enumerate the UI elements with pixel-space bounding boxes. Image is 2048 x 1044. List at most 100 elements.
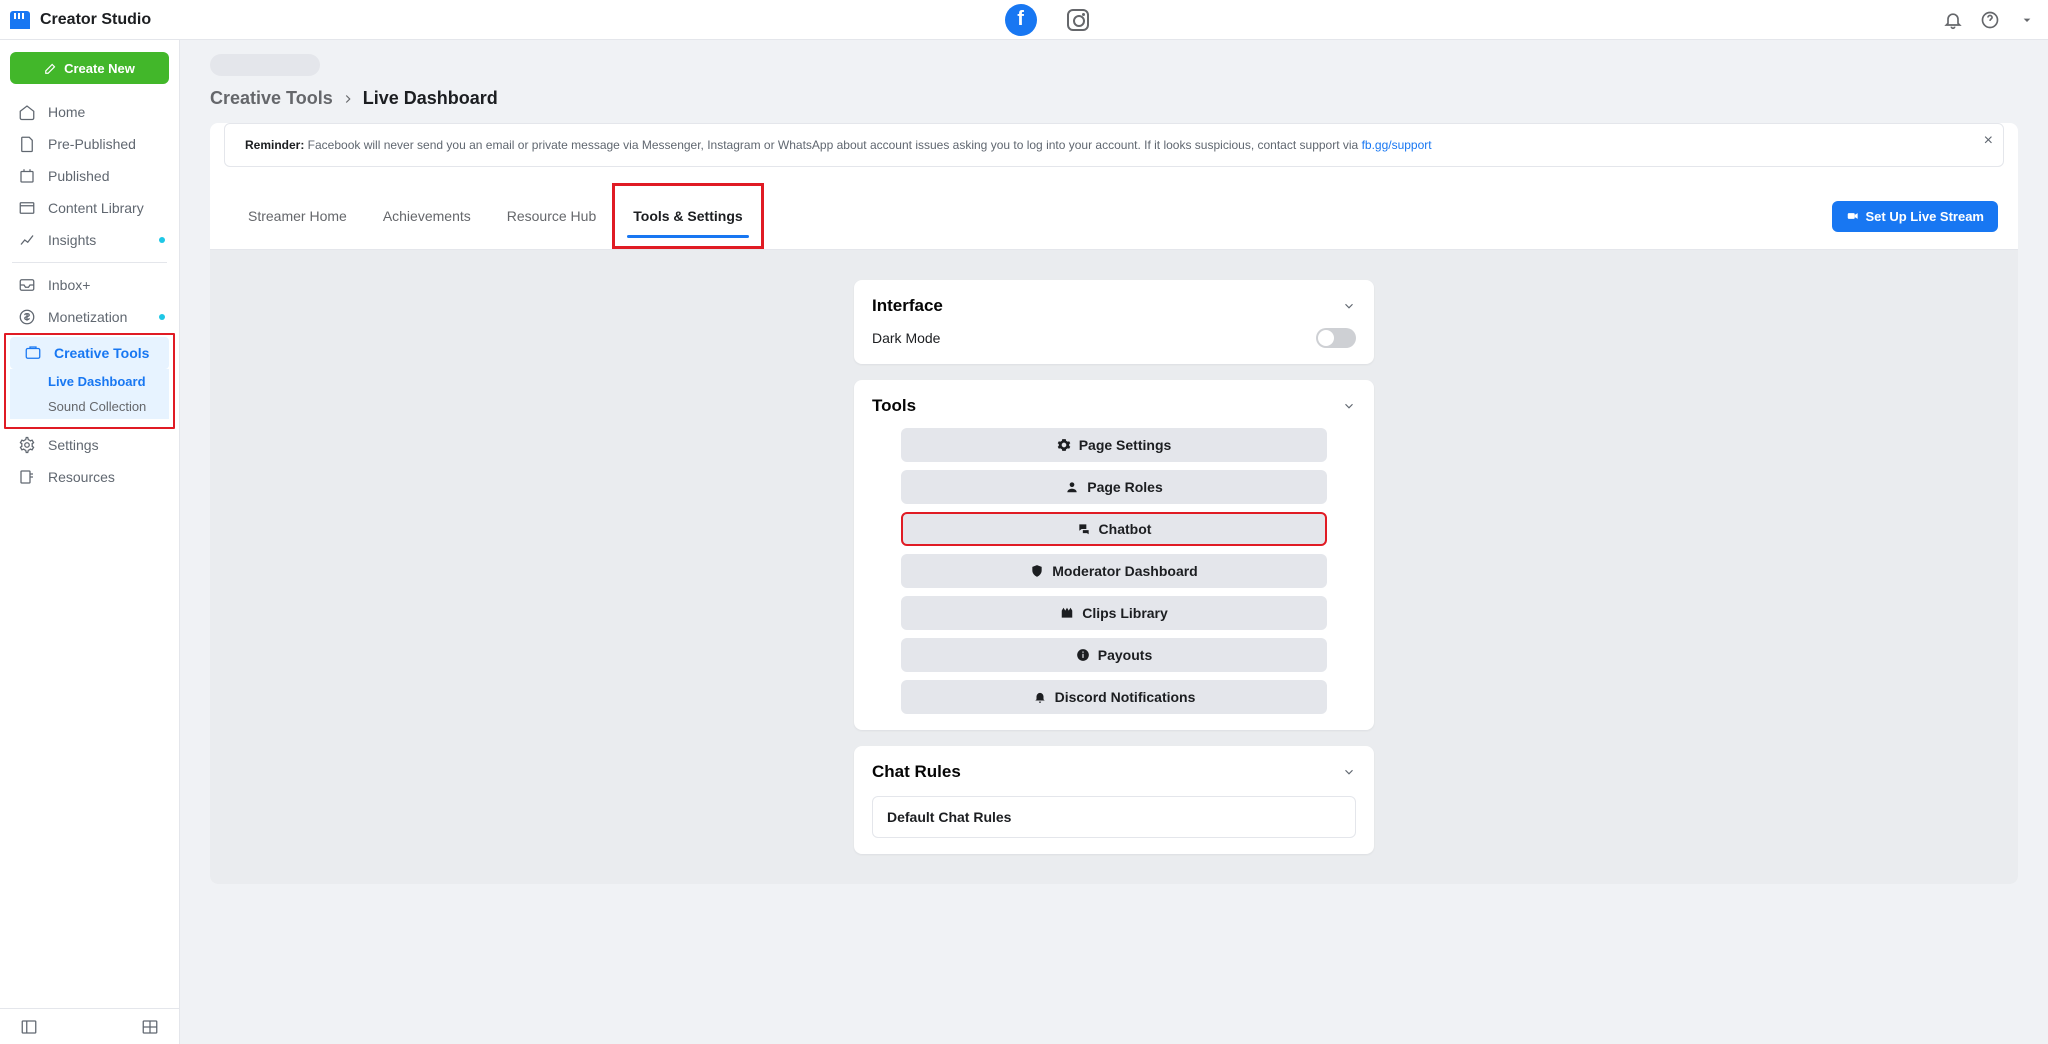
- setup-btn-label: Set Up Live Stream: [1866, 209, 1985, 224]
- tool-label: Chatbot: [1099, 521, 1152, 537]
- tab-label: Tools & Settings: [633, 208, 742, 224]
- card-title: Chat Rules: [872, 762, 961, 782]
- notifications-icon[interactable]: [1942, 9, 1964, 31]
- chevron-right-icon: [341, 92, 355, 106]
- tab-achievements[interactable]: Achievements: [365, 194, 489, 238]
- sidebar-item-published[interactable]: Published: [0, 160, 179, 192]
- create-new-label: Create New: [64, 61, 135, 76]
- card-title: Tools: [872, 396, 916, 416]
- tab-label: Resource Hub: [507, 208, 597, 224]
- tool-page-settings[interactable]: Page Settings: [901, 428, 1327, 462]
- tool-chatbot[interactable]: Chatbot: [901, 512, 1327, 546]
- sidebar-item-home[interactable]: Home: [0, 96, 179, 128]
- clapperboard-icon: [1060, 606, 1074, 620]
- create-new-button[interactable]: Create New: [10, 52, 169, 84]
- default-rules-label: Default Chat Rules: [887, 809, 1011, 825]
- sidebar-item-settings[interactable]: Settings: [0, 429, 179, 461]
- tool-moderator-dashboard[interactable]: Moderator Dashboard: [901, 554, 1327, 588]
- tool-payouts[interactable]: Payouts: [901, 638, 1327, 672]
- card-tools: Tools Page Settings Page Roles: [854, 380, 1374, 730]
- setup-live-stream-button[interactable]: Set Up Live Stream: [1832, 201, 1999, 232]
- tool-label: Moderator Dashboard: [1052, 563, 1197, 579]
- sidebar: Create New Home Pre-Published Published …: [0, 40, 180, 1044]
- sidebar-label: Inbox+: [48, 277, 90, 293]
- main-content: Creative Tools Live Dashboard Reminder: …: [180, 40, 2048, 1044]
- card-tools-header[interactable]: Tools: [872, 396, 1356, 416]
- sidebar-item-resources[interactable]: Resources: [0, 461, 179, 493]
- sidebar-label: Published: [48, 168, 110, 184]
- sidebar-item-pre-published[interactable]: Pre-Published: [0, 128, 179, 160]
- tool-label: Page Settings: [1079, 437, 1172, 453]
- breadcrumb-current: Live Dashboard: [363, 88, 498, 109]
- tabs-row: Streamer Home Achievements Resource Hub …: [210, 183, 2018, 250]
- sidebar-footer: [0, 1008, 179, 1044]
- creator-studio-icon: [10, 11, 30, 29]
- help-icon[interactable]: [1979, 9, 2001, 31]
- card-chat-rules: Chat Rules Default Chat Rules: [854, 746, 1374, 854]
- notice-label: Reminder:: [245, 138, 304, 152]
- sidebar-label: Creative Tools: [54, 345, 149, 361]
- sidebar-item-insights[interactable]: Insights: [0, 224, 179, 256]
- loading-skeleton: [210, 54, 320, 76]
- card-interface-header[interactable]: Interface: [872, 296, 1356, 316]
- notice-text: Facebook will never send you an email or…: [304, 138, 1361, 152]
- tool-label: Discord Notifications: [1055, 689, 1196, 705]
- dark-mode-toggle[interactable]: [1316, 328, 1356, 348]
- gear-icon: [1057, 438, 1071, 452]
- sidebar-item-monetization[interactable]: Monetization: [0, 301, 179, 333]
- sidebar-creative-tools-highlight: Creative Tools Live Dashboard Sound Coll…: [4, 333, 175, 429]
- sidebar-label: Content Library: [48, 200, 144, 216]
- chevron-down-icon: [1342, 299, 1356, 313]
- shield-icon: [1030, 564, 1044, 578]
- tab-label: Streamer Home: [248, 208, 347, 224]
- main-panel: Reminder: Facebook will never send you a…: [210, 123, 2018, 884]
- sidebar-label: Settings: [48, 437, 99, 453]
- breadcrumb-parent[interactable]: Creative Tools: [210, 88, 333, 109]
- notice-link[interactable]: fb.gg/support: [1362, 138, 1432, 152]
- account-dropdown-icon[interactable]: [2016, 9, 2038, 31]
- card-chat-rules-header[interactable]: Chat Rules: [872, 762, 1356, 782]
- instagram-tab[interactable]: [1067, 9, 1089, 31]
- chevron-down-icon: [1342, 399, 1356, 413]
- facebook-tab[interactable]: f: [1005, 4, 1037, 36]
- default-chat-rules[interactable]: Default Chat Rules: [872, 796, 1356, 838]
- indicator-dot: [159, 314, 165, 320]
- breadcrumb: Creative Tools Live Dashboard: [210, 88, 2018, 109]
- sidebar-item-live-dashboard[interactable]: Live Dashboard: [10, 369, 169, 394]
- person-icon: [1065, 480, 1079, 494]
- reminder-notice: Reminder: Facebook will never send you a…: [224, 123, 2004, 167]
- settings-content: Interface Dark Mode Tools: [210, 250, 2018, 884]
- chevron-down-icon: [1342, 765, 1356, 779]
- layout-left-icon[interactable]: [18, 1016, 40, 1038]
- tab-highlight-box: Tools & Settings: [612, 183, 763, 249]
- tool-label: Payouts: [1098, 647, 1152, 663]
- sidebar-item-sound-collection[interactable]: Sound Collection: [10, 394, 169, 419]
- tool-label: Clips Library: [1082, 605, 1168, 621]
- dark-mode-label: Dark Mode: [872, 330, 940, 346]
- sidebar-item-inbox[interactable]: Inbox+: [0, 269, 179, 301]
- sidebar-label: Live Dashboard: [48, 374, 146, 389]
- tool-discord-notifications[interactable]: Discord Notifications: [901, 680, 1327, 714]
- sidebar-label: Resources: [48, 469, 115, 485]
- sidebar-label: Insights: [48, 232, 96, 248]
- chat-icon: [1077, 522, 1091, 536]
- card-title: Interface: [872, 296, 943, 316]
- tool-label: Page Roles: [1087, 479, 1162, 495]
- sidebar-item-content-library[interactable]: Content Library: [0, 192, 179, 224]
- sidebar-divider: [12, 262, 167, 263]
- bell-icon: [1033, 690, 1047, 704]
- tool-clips-library[interactable]: Clips Library: [901, 596, 1327, 630]
- sidebar-label: Sound Collection: [48, 399, 146, 414]
- card-interface: Interface Dark Mode: [854, 280, 1374, 364]
- brand-title: Creator Studio: [40, 11, 151, 29]
- row-dark-mode: Dark Mode: [872, 316, 1356, 348]
- close-icon[interactable]: ×: [1984, 132, 1993, 150]
- layout-grid-icon[interactable]: [139, 1016, 161, 1038]
- tool-page-roles[interactable]: Page Roles: [901, 470, 1327, 504]
- tab-tools-settings[interactable]: Tools & Settings: [615, 194, 760, 238]
- tab-streamer-home[interactable]: Streamer Home: [230, 194, 365, 238]
- indicator-dot: [159, 237, 165, 243]
- sidebar-item-creative-tools[interactable]: Creative Tools: [10, 337, 169, 369]
- tab-resource-hub[interactable]: Resource Hub: [489, 194, 615, 238]
- info-icon: [1076, 648, 1090, 662]
